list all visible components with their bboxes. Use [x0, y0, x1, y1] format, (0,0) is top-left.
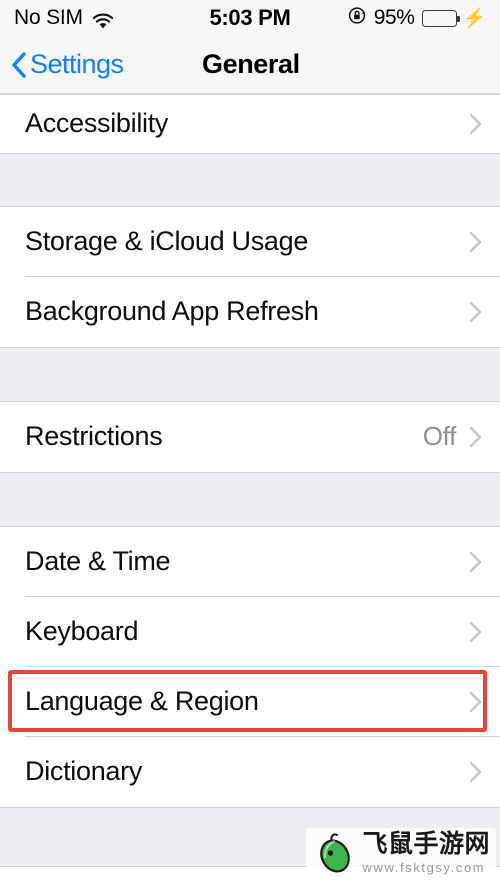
chevron-right-icon: [469, 761, 482, 783]
site-watermark: 飞鼠手游网 www.fsktgsy.com: [306, 828, 496, 878]
chevron-right-icon: [469, 621, 482, 643]
battery-icon: [421, 9, 460, 27]
settings-row-background-app-refresh[interactable]: Background App Refresh: [0, 276, 500, 347]
settings-group-accessibility: Accessibility: [0, 94, 500, 153]
chevron-right-icon: [469, 691, 482, 713]
watermark-text: 飞鼠手游网 www.fsktgsy.com: [362, 830, 490, 875]
chevron-right-icon: [469, 113, 482, 135]
row-label: Keyboard: [25, 616, 139, 646]
settings-row-accessibility[interactable]: Accessibility: [0, 94, 500, 153]
section-gap-1: [0, 152, 500, 207]
lightning-bolt-icon: ⚡: [462, 7, 487, 29]
row-label: Background App Refresh: [25, 296, 319, 326]
chevron-right-icon: [469, 551, 482, 573]
settings-row-dictionary[interactable]: Dictionary: [0, 736, 500, 807]
highlighted-row-wrapper: Language & Region: [0, 666, 500, 737]
back-button-label: Settings: [30, 49, 124, 79]
settings-group-restrictions: Restrictions Off: [0, 401, 500, 472]
status-bar: No SIM 5:03 PM 95% ⚡: [0, 0, 500, 36]
mouse-logo-icon: [316, 832, 356, 874]
status-bar-right: 95% ⚡: [348, 5, 486, 31]
watermark-site-name: 飞鼠手游网: [362, 830, 490, 858]
status-bar-left: No SIM: [14, 6, 114, 30]
settings-row-date-time[interactable]: Date & Time: [0, 526, 500, 597]
section-gap-3: [0, 471, 500, 527]
row-label: Language & Region: [25, 686, 259, 716]
settings-row-restrictions[interactable]: Restrictions Off: [0, 401, 500, 472]
watermark-site-url: www.fsktgsy.com: [362, 860, 486, 875]
wifi-icon: [92, 10, 114, 28]
settings-row-language-region[interactable]: Language & Region: [0, 666, 500, 737]
navigation-bar: Settings General: [0, 36, 500, 94]
back-button[interactable]: Settings: [0, 49, 124, 80]
chevron-right-icon: [469, 231, 482, 253]
section-gap-2: [0, 346, 500, 402]
chevron-left-icon: [11, 51, 26, 78]
page-title: General: [202, 49, 300, 79]
rotation-lock-icon: [348, 5, 367, 31]
settings-group-storage: Storage & iCloud Usage Background App Re…: [0, 206, 500, 347]
iphone-settings-screen: No SIM 5:03 PM 95% ⚡ Settings General Ac…: [0, 0, 500, 880]
carrier-label: No SIM: [14, 6, 83, 29]
chevron-right-icon: [469, 426, 482, 448]
settings-row-storage-icloud-usage[interactable]: Storage & iCloud Usage: [0, 206, 500, 277]
row-label: Accessibility: [25, 108, 169, 138]
row-label: Dictionary: [25, 756, 143, 786]
clock-label: 5:03 PM: [209, 5, 291, 30]
settings-row-keyboard[interactable]: Keyboard: [0, 596, 500, 667]
row-label: Date & Time: [25, 546, 171, 576]
settings-group-locale: Date & Time Keyboard Language & Region D…: [0, 526, 500, 807]
chevron-right-icon: [469, 301, 482, 323]
row-value: Off: [422, 421, 457, 451]
settings-list: Accessibility Storage & iCloud Usage Bac…: [0, 94, 500, 880]
battery-percent-label: 95%: [373, 6, 415, 29]
row-label: Storage & iCloud Usage: [25, 226, 309, 256]
row-label: Restrictions: [25, 421, 163, 451]
